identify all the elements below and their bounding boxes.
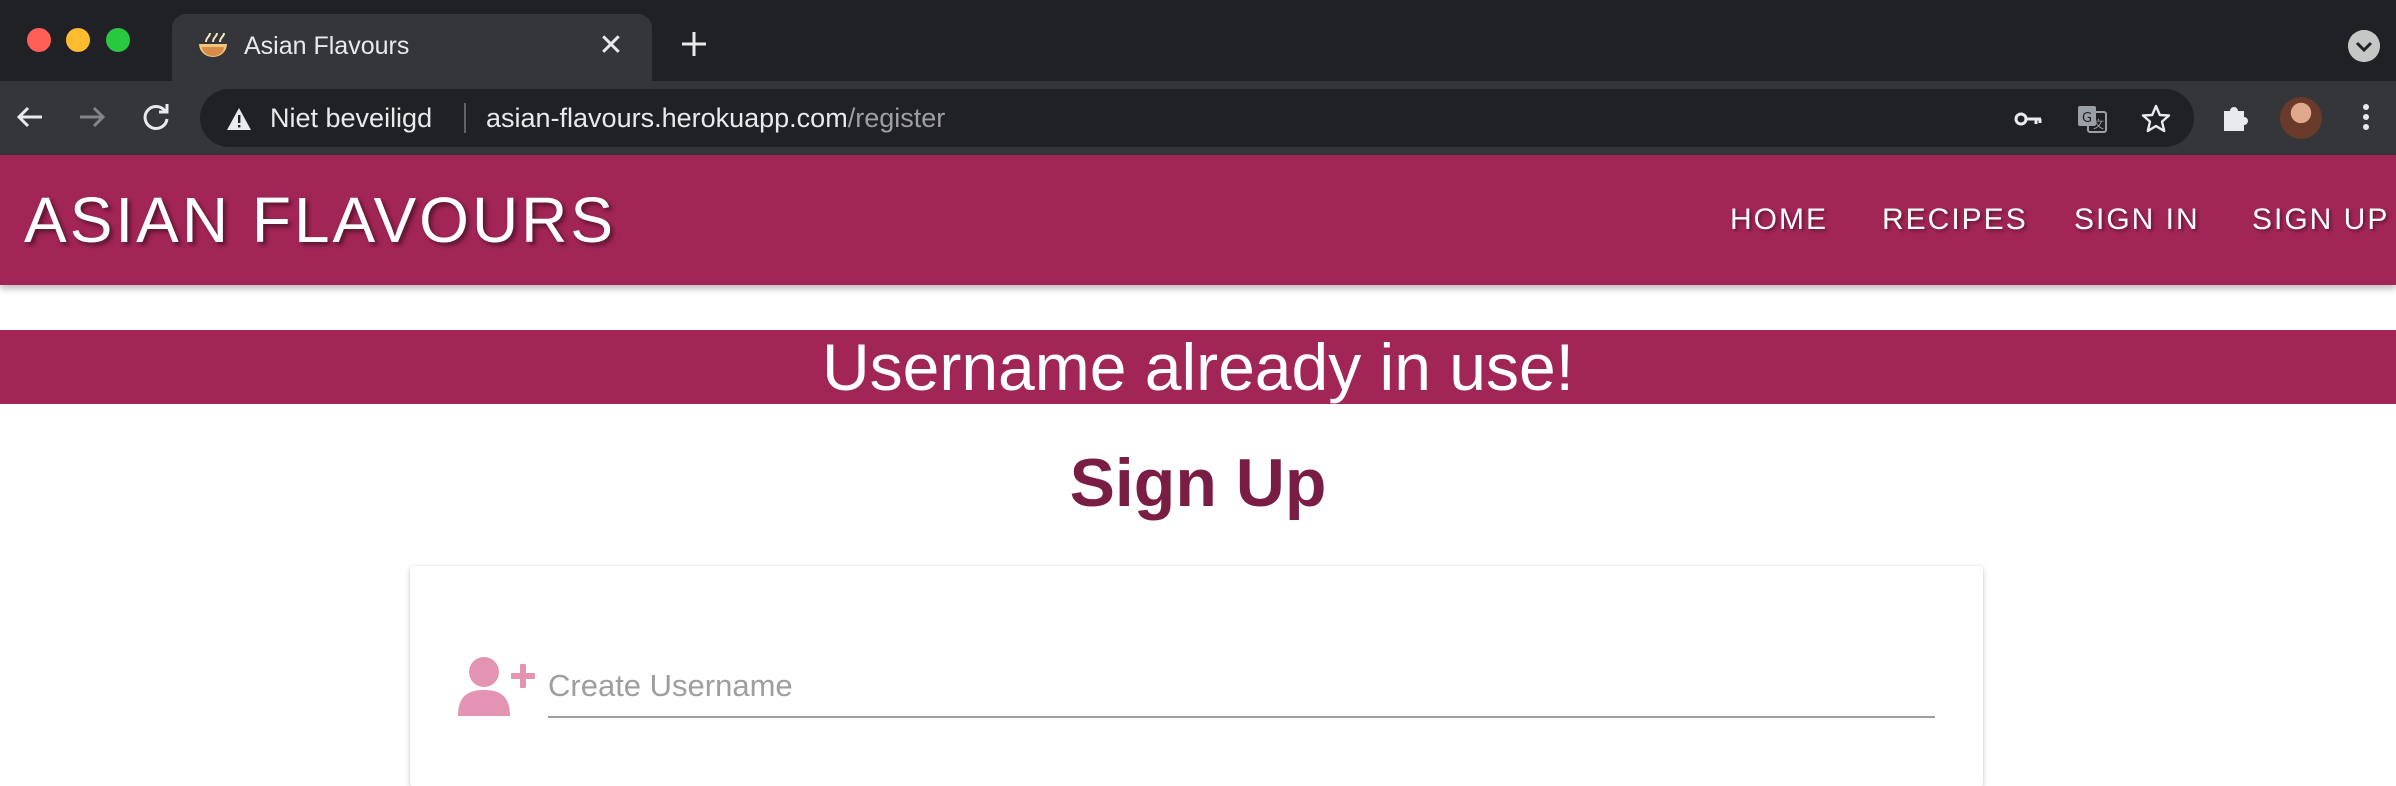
omnibox-divider [464, 103, 466, 133]
url-path: /register [847, 103, 946, 133]
brand-logo-link[interactable]: ASIAN FLAVOURS [24, 183, 616, 257]
security-status[interactable]: Niet beveiligd [270, 103, 432, 134]
create-username-input[interactable] [548, 656, 1935, 718]
page-title: Sign Up [1069, 445, 1327, 521]
profile-avatar[interactable] [2280, 97, 2322, 139]
window-close-button[interactable] [27, 28, 51, 52]
nav-sign-up-link[interactable]: SIGN UP [2252, 203, 2389, 237]
signup-form-card [410, 566, 1983, 786]
more-menu-icon[interactable] [2348, 99, 2384, 135]
key-icon[interactable] [2012, 103, 2044, 135]
nav-sign-in-link[interactable]: SIGN IN [2074, 203, 2200, 237]
browser-tab-bar: Asian Flavours ✕ [0, 0, 2396, 81]
nav-recipes-link[interactable]: RECIPES [1882, 203, 2028, 237]
reload-icon[interactable] [138, 99, 174, 135]
tab-title: Asian Flavours [244, 32, 410, 60]
user-plus-icon [458, 657, 535, 716]
svg-text:文: 文 [2093, 117, 2104, 131]
url-host: asian-flavours.herokuapp.com [486, 103, 848, 133]
window-maximize-button[interactable] [106, 28, 130, 52]
browser-tab[interactable]: Asian Flavours ✕ [172, 14, 652, 81]
extensions-icon[interactable] [2218, 99, 2254, 135]
bookmark-star-icon[interactable] [2140, 103, 2172, 135]
url-text[interactable]: asian-flavours.herokuapp.com/register [486, 103, 945, 134]
translate-icon[interactable]: G 文 [2076, 103, 2108, 135]
window-minimize-button[interactable] [66, 28, 90, 52]
svg-text:G: G [2082, 111, 2092, 126]
warning-icon[interactable] [226, 107, 252, 131]
new-tab-icon[interactable] [676, 26, 712, 62]
browser-toolbar: Niet beveiligd asian-flavours.herokuapp.… [0, 81, 2396, 155]
back-icon[interactable] [12, 99, 48, 135]
flash-message-banner: Username already in use! [0, 330, 2396, 404]
address-bar[interactable]: Niet beveiligd asian-flavours.herokuapp.… [200, 89, 2194, 147]
site-navbar: ASIAN FLAVOURS HOME RECIPES SIGN IN SIGN… [0, 155, 2396, 285]
close-tab-icon[interactable]: ✕ [596, 31, 626, 61]
flash-message-text: Username already in use! [821, 330, 1575, 404]
nav-home-link[interactable]: HOME [1730, 203, 1828, 237]
tab-search-icon[interactable] [2348, 30, 2380, 62]
ramen-bowl-icon [199, 32, 227, 57]
forward-icon[interactable] [74, 99, 110, 135]
